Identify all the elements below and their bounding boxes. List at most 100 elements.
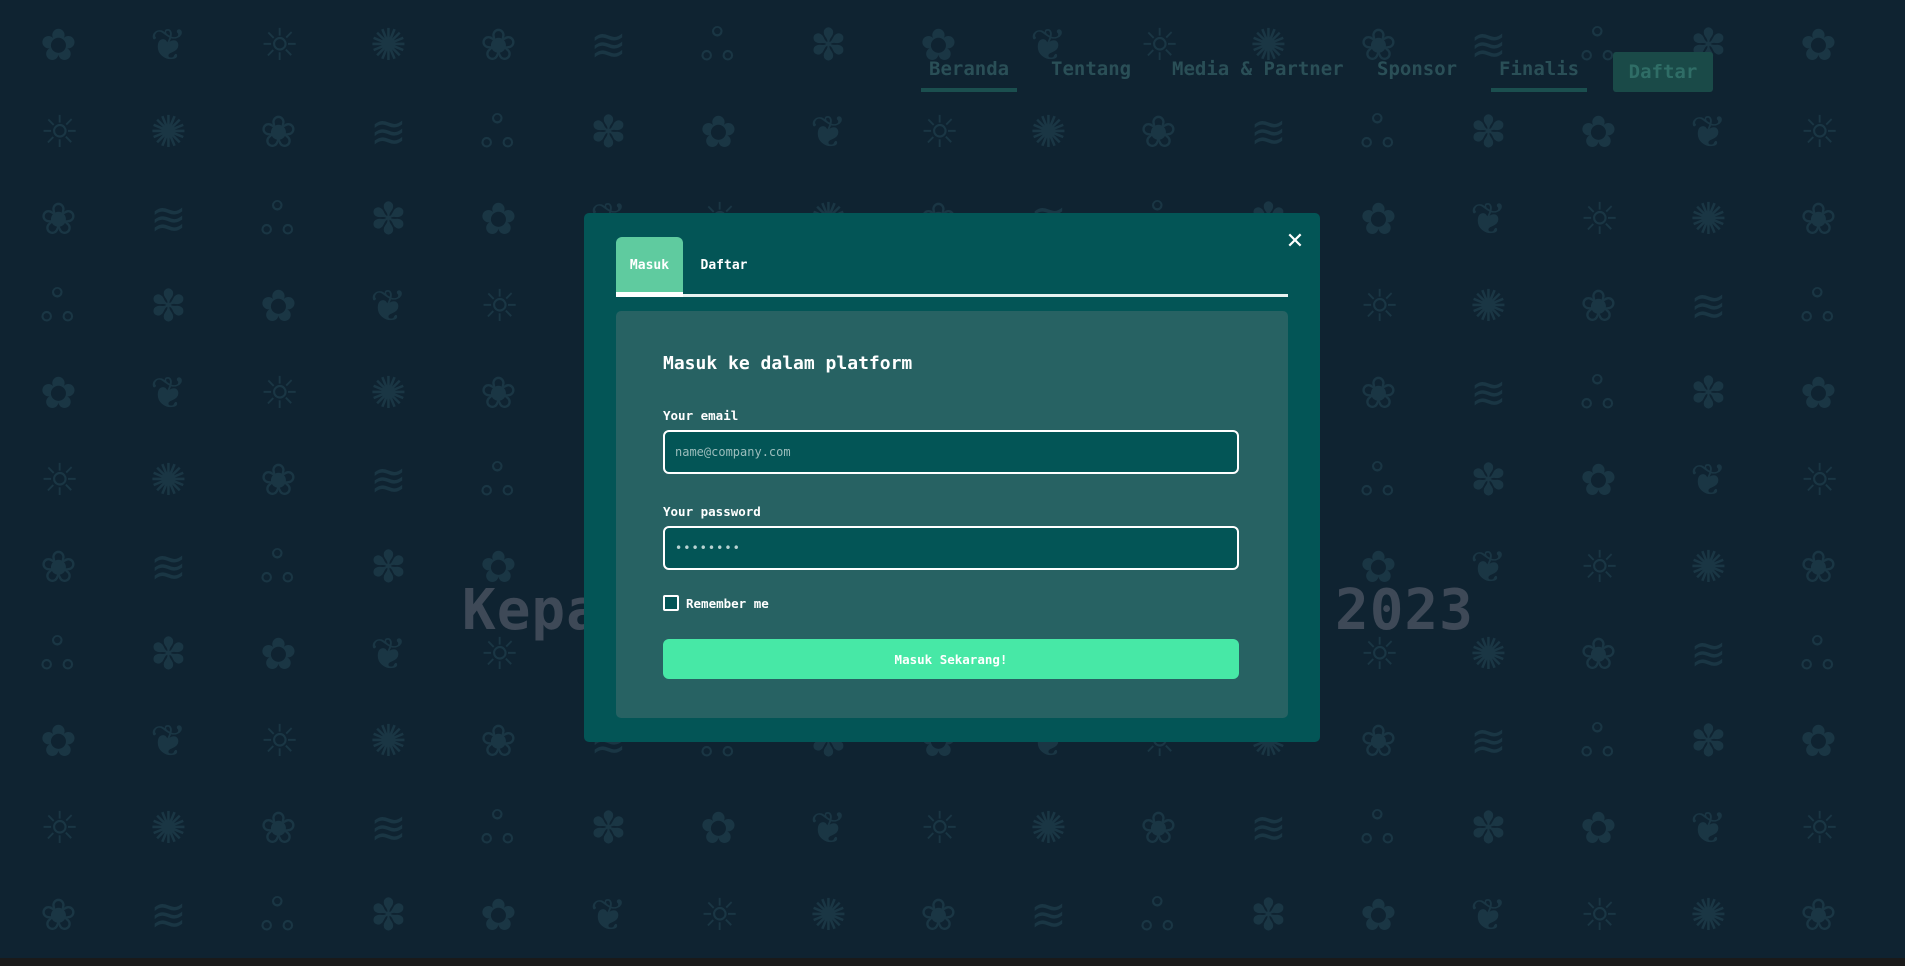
- pattern-glyph: ☼: [260, 716, 300, 767]
- pattern-glyph: ❀: [920, 890, 957, 941]
- bottom-bar: [0, 958, 1905, 966]
- pattern-glyph: ✺: [150, 107, 187, 158]
- nav-item-tentang[interactable]: Tentang: [1043, 58, 1139, 88]
- pattern-glyph: ஃ: [1360, 455, 1395, 506]
- pattern-glyph: ❦: [1470, 194, 1507, 245]
- auth-modal: ✕ Masuk Daftar Masuk ke dalam platform Y…: [584, 213, 1320, 742]
- nav-item-media-partner[interactable]: Media & Partner: [1164, 58, 1352, 88]
- email-label: Your email: [663, 408, 739, 423]
- pattern-glyph: ✽: [1470, 455, 1507, 506]
- pattern-glyph: ≋: [370, 107, 407, 158]
- pattern-glyph: ☼: [1580, 542, 1620, 593]
- pattern-glyph: ☼: [480, 281, 520, 332]
- submit-button[interactable]: Masuk Sekarang!: [663, 639, 1239, 679]
- pattern-glyph: ❦: [150, 716, 187, 767]
- pattern-glyph: ✿: [1800, 368, 1837, 419]
- pattern-glyph: ≋: [150, 194, 187, 245]
- nav-item-sponsor[interactable]: Sponsor: [1369, 58, 1465, 88]
- pattern-glyph: ஃ: [480, 107, 515, 158]
- pattern-glyph: ≋: [370, 455, 407, 506]
- pattern-glyph: ✿: [700, 107, 737, 158]
- nav-item-finalis[interactable]: Finalis: [1491, 58, 1588, 92]
- pattern-glyph: ≋: [150, 890, 187, 941]
- pattern-glyph: ≋: [1250, 107, 1287, 158]
- pattern-glyph: ஃ: [1140, 890, 1175, 941]
- email-field[interactable]: [663, 430, 1239, 474]
- hero-title-left: Kepa: [462, 578, 601, 643]
- pattern-glyph: ❀: [1800, 194, 1837, 245]
- pattern-glyph: ✿: [480, 890, 517, 941]
- pattern-glyph: ✺: [1690, 890, 1727, 941]
- pattern-glyph: ஃ: [1800, 629, 1835, 680]
- pattern-glyph: ✿: [1360, 194, 1397, 245]
- pattern-glyph: ✺: [1470, 281, 1507, 332]
- pattern-glyph: ≋: [1030, 890, 1067, 941]
- pattern-glyph: ☼: [40, 455, 80, 506]
- navbar: Beranda Tentang Media & Partner Sponsor …: [0, 0, 1905, 110]
- pattern-glyph: ❦: [370, 629, 407, 680]
- remember-me-checkbox[interactable]: [663, 595, 679, 611]
- pattern-glyph: ☼: [1580, 890, 1620, 941]
- pattern-glyph: ✺: [1030, 107, 1067, 158]
- pattern-glyph: ☼: [920, 803, 960, 854]
- pattern-glyph: ஃ: [1580, 368, 1615, 419]
- pattern-glyph: ❦: [810, 107, 847, 158]
- pattern-glyph: ✿: [1360, 890, 1397, 941]
- pattern-glyph: ❀: [1580, 629, 1617, 680]
- pattern-glyph: ☼: [40, 107, 80, 158]
- password-field[interactable]: [663, 526, 1239, 570]
- pattern-glyph: ஃ: [260, 890, 295, 941]
- pattern-glyph: ஃ: [1580, 716, 1615, 767]
- pattern-glyph: ஃ: [1800, 281, 1835, 332]
- pattern-glyph: ✺: [370, 716, 407, 767]
- pattern-glyph: ❀: [260, 107, 297, 158]
- pattern-glyph: ✿: [1580, 107, 1617, 158]
- remember-me-label: Remember me: [686, 595, 769, 611]
- pattern-glyph: ❀: [1360, 716, 1397, 767]
- nav-daftar-button[interactable]: Daftar: [1613, 52, 1713, 92]
- pattern-glyph: ஃ: [480, 803, 515, 854]
- pattern-glyph: ❦: [1690, 803, 1727, 854]
- pattern-glyph: ❦: [1470, 890, 1507, 941]
- pattern-glyph: ☼: [1800, 455, 1840, 506]
- pattern-glyph: ✺: [1470, 629, 1507, 680]
- pattern-glyph: ☼: [260, 368, 300, 419]
- auth-tabs: Masuk Daftar: [616, 237, 1288, 297]
- login-panel: Masuk ke dalam platform Your email Your …: [616, 311, 1288, 718]
- pattern-glyph: ✿: [1800, 716, 1837, 767]
- pattern-glyph: ≋: [1470, 716, 1507, 767]
- pattern-glyph: ≋: [1690, 281, 1727, 332]
- nav-item-beranda[interactable]: Beranda: [921, 58, 1018, 92]
- pattern-glyph: ❦: [1690, 455, 1727, 506]
- tab-masuk[interactable]: Masuk: [616, 237, 683, 297]
- pattern-glyph: ✽: [150, 629, 187, 680]
- pattern-glyph: ✽: [370, 890, 407, 941]
- pattern-glyph: ஃ: [1360, 107, 1395, 158]
- pattern-glyph: ❀: [1580, 281, 1617, 332]
- tab-daftar[interactable]: Daftar: [694, 237, 754, 294]
- pattern-glyph: ≋: [370, 803, 407, 854]
- pattern-glyph: ❀: [1360, 368, 1397, 419]
- pattern-glyph: ஃ: [1360, 803, 1395, 854]
- pattern-glyph: ☼: [40, 803, 80, 854]
- pattern-glyph: ❀: [40, 194, 77, 245]
- pattern-glyph: ❀: [40, 890, 77, 941]
- pattern-glyph: ✽: [590, 107, 627, 158]
- pattern-glyph: ✽: [1250, 890, 1287, 941]
- pattern-glyph: ❀: [1800, 542, 1837, 593]
- pattern-glyph: ❦: [1470, 542, 1507, 593]
- pattern-glyph: ❦: [810, 803, 847, 854]
- pattern-glyph: ஃ: [260, 194, 295, 245]
- pattern-glyph: ✽: [150, 281, 187, 332]
- pattern-glyph: ✽: [1690, 716, 1727, 767]
- pattern-glyph: ☼: [1360, 281, 1400, 332]
- pattern-glyph: ✿: [1580, 803, 1617, 854]
- pattern-glyph: ❀: [260, 455, 297, 506]
- pattern-glyph: ✺: [1690, 542, 1727, 593]
- pattern-glyph: ❀: [1140, 803, 1177, 854]
- pattern-glyph: ✿: [40, 716, 77, 767]
- remember-me: Remember me: [663, 595, 769, 611]
- pattern-glyph: ≋: [150, 542, 187, 593]
- pattern-glyph: ஃ: [260, 542, 295, 593]
- pattern-glyph: ❦: [370, 281, 407, 332]
